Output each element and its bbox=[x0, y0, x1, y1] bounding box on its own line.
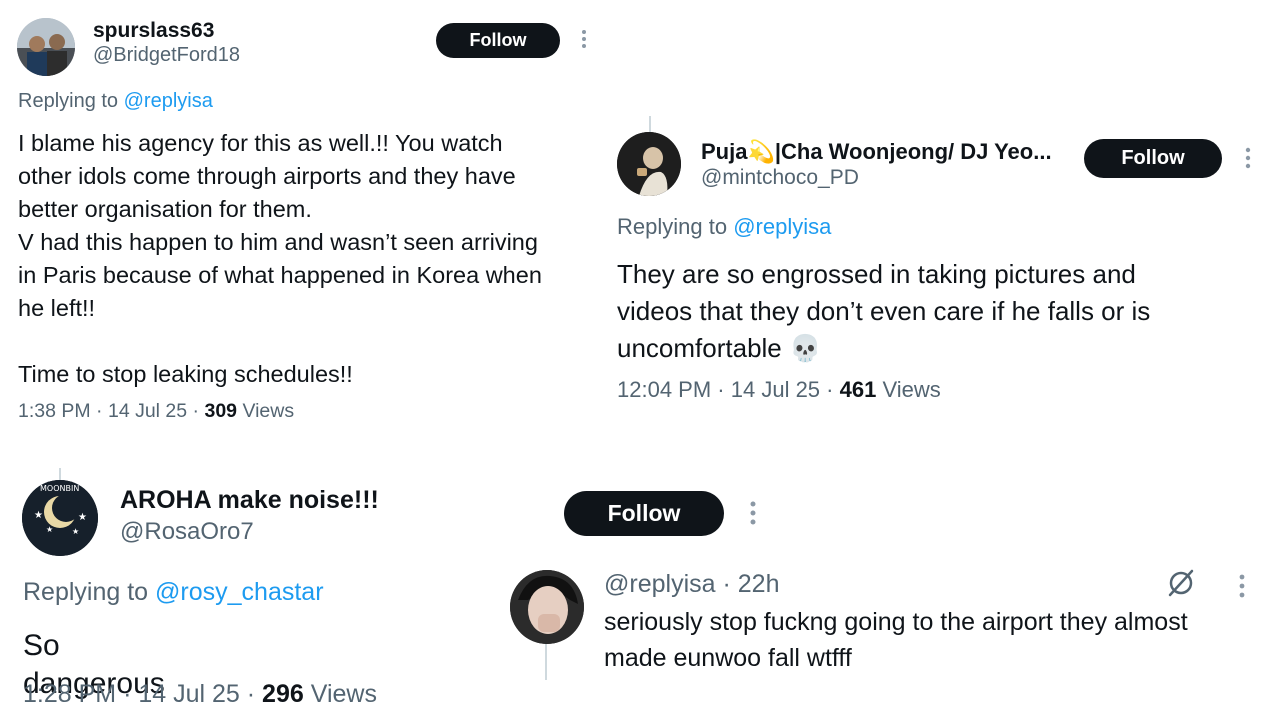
display-name[interactable]: Puja💫|Cha Woonjeong/ DJ Yeo... bbox=[701, 139, 1052, 165]
display-name[interactable]: AROHA make noise!!! bbox=[120, 486, 379, 515]
date[interactable]: 14 Jul 25 bbox=[138, 680, 239, 708]
svg-text:★: ★ bbox=[78, 512, 87, 523]
more-icon[interactable] bbox=[1235, 573, 1249, 601]
avatar[interactable] bbox=[510, 570, 584, 644]
tweet-meta: 1:38 PM · 14 Jul 25 · 309 Views bbox=[18, 400, 295, 422]
avatar[interactable] bbox=[17, 18, 75, 76]
user-handle[interactable]: @mintchoco_PD bbox=[701, 166, 859, 190]
tweet-meta: 1:28 PM · 14 Jul 25 · 296 Views bbox=[23, 680, 377, 708]
svg-text:★: ★ bbox=[34, 510, 43, 521]
display-name[interactable]: spurslass63 bbox=[93, 19, 214, 43]
more-icon[interactable] bbox=[578, 28, 590, 52]
replying-to: Replying to @rosy_chastar bbox=[23, 578, 324, 606]
tweet-text: I blame his agency for this as well.!! Y… bbox=[18, 130, 542, 387]
timestamp[interactable]: 1:28 PM bbox=[23, 680, 116, 708]
thread-line bbox=[59, 468, 61, 480]
tweet-meta: 12:04 PM · 14 Jul 25 · 461 Views bbox=[617, 377, 941, 402]
svg-text:★: ★ bbox=[72, 527, 79, 536]
follow-button[interactable]: Follow bbox=[1084, 139, 1222, 178]
date[interactable]: 14 Jul 25 bbox=[731, 377, 820, 402]
views-label: Views bbox=[882, 377, 941, 402]
replying-to: Replying to @replyisa bbox=[18, 90, 213, 112]
post-age[interactable]: 22h bbox=[738, 570, 780, 598]
thread-line bbox=[545, 644, 547, 680]
more-icon[interactable] bbox=[1242, 146, 1254, 172]
replying-to-link[interactable]: @replyisa bbox=[733, 214, 831, 239]
views-count: 296 bbox=[262, 680, 304, 708]
avatar[interactable]: ★ ★ ★ ★ MOONBIN bbox=[22, 480, 98, 556]
replying-to: Replying to @replyisa bbox=[617, 214, 832, 239]
replying-to-link[interactable]: @replyisa bbox=[124, 90, 213, 112]
follow-button[interactable]: Follow bbox=[564, 491, 724, 536]
timestamp[interactable]: 1:38 PM bbox=[18, 400, 91, 422]
views-label: Views bbox=[242, 400, 295, 422]
user-handle[interactable]: @replyisa bbox=[604, 570, 716, 598]
follow-button[interactable]: Follow bbox=[436, 23, 560, 58]
user-handle[interactable]: @BridgetFord18 bbox=[93, 44, 240, 67]
tweet-text: seriously stop fuckng going to the airpo… bbox=[604, 608, 1188, 672]
user-handle[interactable]: @RosaOro7 bbox=[120, 518, 254, 546]
svg-text:★: ★ bbox=[46, 525, 53, 534]
date[interactable]: 14 Jul 25 bbox=[108, 400, 187, 422]
views-label: Views bbox=[310, 680, 377, 708]
tweet-text: They are so engrossed in taking pictures… bbox=[617, 259, 1151, 363]
thread-line bbox=[649, 116, 651, 132]
grok-icon[interactable] bbox=[1166, 568, 1196, 598]
avatar-photo bbox=[617, 132, 681, 196]
views-count: 461 bbox=[839, 377, 877, 402]
original-post-header: @replyisa · 22h bbox=[604, 570, 780, 598]
avatar-photo bbox=[17, 18, 75, 76]
avatar[interactable] bbox=[617, 132, 681, 196]
views-count: 309 bbox=[204, 400, 238, 422]
avatar-logo-text: MOONBIN bbox=[40, 484, 80, 493]
more-icon[interactable] bbox=[746, 499, 760, 529]
avatar-photo bbox=[510, 570, 584, 644]
timestamp[interactable]: 12:04 PM bbox=[617, 377, 711, 402]
replying-to-link[interactable]: @rosy_chastar bbox=[155, 578, 324, 606]
